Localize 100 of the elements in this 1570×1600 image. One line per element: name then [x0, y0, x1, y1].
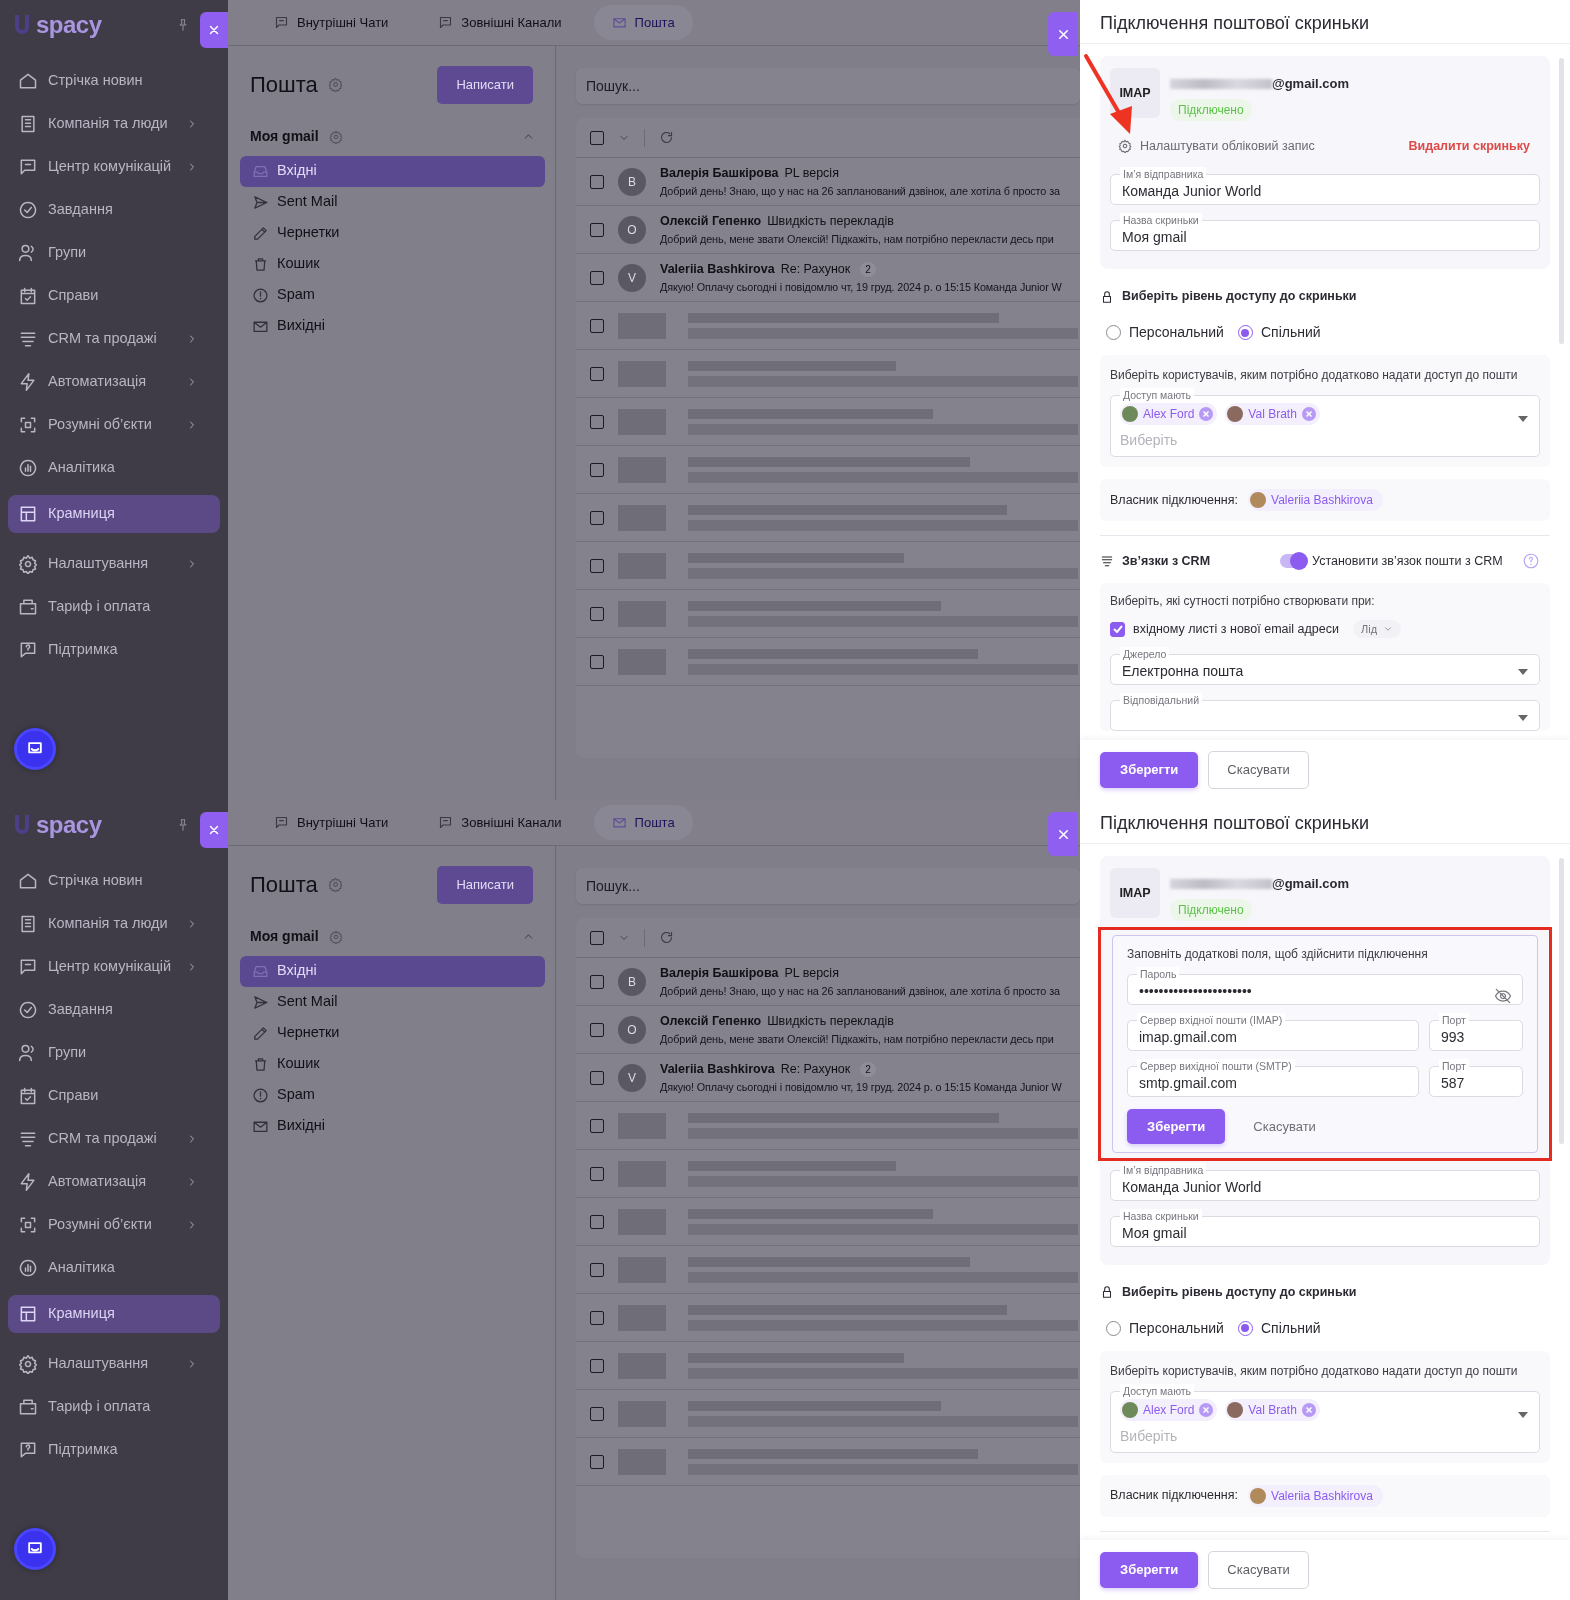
sidebar-item[interactable]: Розумні об’єкти	[8, 408, 220, 442]
sidebar-item[interactable]: Стрічка новин	[8, 64, 220, 98]
tab[interactable]: Внутрішні Чати	[256, 804, 407, 841]
sidebar-item[interactable]: Групи	[8, 1036, 220, 1070]
sidebar-item[interactable]: Аналітика	[8, 1251, 220, 1285]
delete-link[interactable]: Видалити скриньку	[1408, 136, 1530, 156]
row-checkbox[interactable]	[590, 1118, 604, 1133]
sidebar-item[interactable]: Групи	[8, 236, 220, 270]
folder-item[interactable]: Вихідні	[240, 310, 545, 342]
compose-button[interactable]: Написати	[437, 866, 533, 904]
sidebar-item[interactable]: Центр комунікацій	[8, 950, 220, 984]
compose-button[interactable]: Написати	[437, 66, 533, 104]
entity-dropdown[interactable]: Лід	[1352, 619, 1402, 639]
row-checkbox[interactable]	[590, 1454, 604, 1469]
input-field[interactable]: Порт 993	[1429, 1012, 1523, 1051]
sidebar-item[interactable]: Тариф і оплата	[8, 590, 220, 624]
search-field[interactable]: Пошук...	[576, 68, 1080, 104]
sidebar-item[interactable]: Розумні об’єкти	[8, 1208, 220, 1242]
folder-item[interactable]: Вхідні	[240, 955, 545, 987]
search-field[interactable]: Пошук...	[576, 868, 1080, 904]
sidebar-item[interactable]: Справи	[8, 279, 220, 313]
tab[interactable]: Зовнішні Канали	[420, 4, 580, 41]
input-field[interactable]: Порт 587	[1429, 1058, 1523, 1097]
row-checkbox[interactable]	[590, 1310, 604, 1325]
row-checkbox[interactable]	[590, 1262, 604, 1277]
row-checkbox[interactable]	[590, 1166, 604, 1181]
tab[interactable]: Пошта	[593, 804, 693, 841]
input-field[interactable]: Сервер вхідної пошти (IMAP) imap.gmail.com	[1127, 1012, 1419, 1051]
folder-item[interactable]: Spam	[240, 1079, 545, 1111]
row-checkbox[interactable]	[590, 558, 604, 573]
folder-item[interactable]: Чернетки	[240, 217, 545, 249]
folder-item[interactable]: Чернетки	[240, 1017, 545, 1049]
user-chip[interactable]: Alex Ford	[1120, 1398, 1218, 1421]
row-checkbox[interactable]	[590, 606, 604, 621]
cancel-button[interactable]: Скасувати	[1208, 1551, 1309, 1589]
row-checkbox[interactable]	[590, 174, 604, 189]
sidebar-item[interactable]: Аналітика	[8, 451, 220, 485]
settings-link[interactable]: Налаштувати обліковий запис	[1118, 136, 1315, 156]
select-all-checkbox[interactable]	[590, 930, 604, 945]
user-chip[interactable]: Val Brath	[1225, 1398, 1320, 1421]
row-checkbox[interactable]	[590, 510, 604, 525]
radio-option[interactable]: Персональний	[1106, 1317, 1224, 1339]
sidebar-item[interactable]: Автоматизація	[8, 1165, 220, 1199]
sidebar-item[interactable]: Налаштування	[8, 1347, 220, 1381]
close-button[interactable]	[200, 12, 228, 48]
folder-item[interactable]: Spam	[240, 279, 545, 311]
row-checkbox[interactable]	[590, 270, 604, 285]
row-checkbox[interactable]	[590, 366, 604, 381]
folder-item[interactable]: Вихідні	[240, 1110, 545, 1142]
tab[interactable]: Внутрішні Чати	[256, 4, 407, 41]
folder-item[interactable]: Кошик	[240, 1048, 545, 1080]
row-checkbox[interactable]	[590, 222, 604, 237]
row-checkbox[interactable]	[590, 1406, 604, 1421]
row-checkbox[interactable]	[590, 318, 604, 333]
sidebar-item[interactable]: CRM та продажі	[8, 1122, 220, 1156]
save-button[interactable]: Зберегти	[1100, 1552, 1199, 1588]
input-field[interactable]: Назва скриньки Моя gmail	[1110, 213, 1540, 252]
radio-option[interactable]: Персональний	[1106, 322, 1224, 343]
input-field[interactable]: Ім’я відправника Команда Junior World	[1110, 167, 1540, 206]
sidebar-item[interactable]: Компанія та люди	[8, 107, 220, 141]
folder-item[interactable]: Кошик	[240, 248, 545, 280]
row-checkbox[interactable]	[590, 974, 604, 989]
sidebar-item[interactable]: Автоматизація	[8, 365, 220, 399]
input-field[interactable]: Відповідальний	[1110, 692, 1540, 731]
scrollbar-thumb[interactable]	[1559, 58, 1564, 344]
input-field[interactable]: Джерело Електронна пошта	[1110, 646, 1540, 685]
cancel-button[interactable]: Скасувати	[1208, 751, 1309, 789]
sidebar-item[interactable]: Крамниця	[8, 1295, 220, 1333]
radio-option[interactable]: Спільний	[1237, 1317, 1321, 1339]
sidebar-item[interactable]: Центр комунікацій	[8, 150, 220, 184]
select-field[interactable]: Доступ мають Alex Ford Val Brath Виберіть	[1110, 388, 1540, 457]
checkbox[interactable]	[1110, 621, 1125, 637]
sidebar-item[interactable]: Завдання	[8, 193, 220, 227]
account-name[interactable]: Моя gmail	[250, 126, 319, 147]
tab[interactable]: Зовнішні Канали	[420, 804, 580, 841]
sidebar-item[interactable]: Налаштування	[8, 547, 220, 581]
sidebar-item[interactable]: Справи	[8, 1079, 220, 1113]
sidebar-item[interactable]: Завдання	[8, 993, 220, 1027]
toggle-switch[interactable]	[1280, 554, 1307, 569]
sidebar-item[interactable]: Крамниця	[8, 495, 220, 533]
input-field[interactable]: Пароль •••••••••••••••••••••••	[1127, 966, 1523, 1005]
tab[interactable]: Пошта	[593, 4, 693, 41]
input-field[interactable]: Ім’я відправника Команда Junior World	[1110, 1163, 1540, 1201]
user-chip[interactable]: Val Brath	[1225, 403, 1320, 425]
close-button[interactable]	[200, 812, 228, 848]
sidebar-item[interactable]: Тариф і оплата	[8, 1390, 220, 1424]
sidebar-item[interactable]: Стрічка новин	[8, 864, 220, 898]
account-name[interactable]: Моя gmail	[250, 926, 319, 947]
folder-item[interactable]: Вхідні	[240, 155, 545, 187]
cancel-button[interactable]: Скасувати	[1235, 1108, 1334, 1144]
sidebar-item[interactable]: Компанія та люди	[8, 907, 220, 941]
row-checkbox[interactable]	[590, 1070, 604, 1085]
scrollbar-thumb[interactable]	[1559, 858, 1564, 1144]
sidebar-item[interactable]: Підтримка	[8, 1433, 220, 1467]
folder-item[interactable]: Sent Mail	[240, 986, 545, 1018]
row-checkbox[interactable]	[590, 1214, 604, 1229]
user-chip[interactable]: Alex Ford	[1120, 403, 1218, 425]
row-checkbox[interactable]	[590, 654, 604, 669]
input-field[interactable]: Назва скриньки Моя gmail	[1110, 1209, 1540, 1247]
input-field[interactable]: Сервер вихідної пошти (SMTP) smtp.gmail.com	[1127, 1058, 1419, 1097]
